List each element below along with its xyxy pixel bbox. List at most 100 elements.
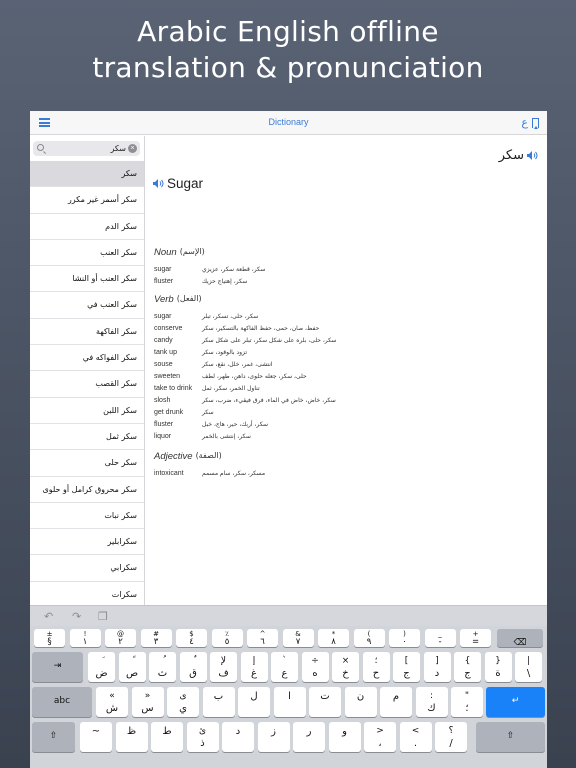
shift-key[interactable]: ⇧ xyxy=(32,722,75,752)
paste-icon[interactable]: ❐ xyxy=(98,610,108,623)
caps-key[interactable]: abc xyxy=(32,687,92,717)
key-letter[interactable]: ىي xyxy=(167,687,199,717)
key-letter[interactable]: ل xyxy=(238,687,270,717)
list-item[interactable]: سكر اللبن xyxy=(30,398,144,424)
key-letter[interactable]: ظ xyxy=(115,722,148,752)
key-letter[interactable]: ؟ / xyxy=(435,722,467,752)
key-number[interactable]: & ٧ xyxy=(282,629,314,647)
key-letter[interactable]: × خ xyxy=(332,652,359,682)
key-number[interactable]: ± § xyxy=(34,629,65,647)
key-number[interactable]: ^ ٦ xyxy=(247,629,278,647)
translation-row[interactable]: get drunk سكر xyxy=(154,407,336,419)
key-letter[interactable]: ئذ xyxy=(186,722,219,752)
key-letter[interactable]: :ك xyxy=(415,687,448,717)
list-item[interactable]: سكر أسمر غير مكرر xyxy=(30,187,144,214)
key-letter[interactable]: ﻹف xyxy=(210,652,237,682)
key-letter[interactable]: ` ع xyxy=(271,652,298,682)
key-letter[interactable]: ا xyxy=(273,687,306,717)
key-letter[interactable]: ُث xyxy=(149,652,176,682)
key-letter[interactable]: ÷ ه xyxy=(301,652,329,682)
word-list: سكر سكر أسمر غير مكرر سكر الدم سكر العنب سكر… xyxy=(30,161,144,605)
key-letter[interactable]: ًص xyxy=(118,652,146,682)
search-input[interactable] xyxy=(47,142,126,155)
key-letter[interactable]: َض xyxy=(88,652,115,682)
pos-label-arabic: (الصفة) xyxy=(195,451,222,460)
key-letter[interactable]: و xyxy=(328,722,361,752)
key-number[interactable]: * ٨ xyxy=(318,629,349,647)
bookmark-icon[interactable] xyxy=(532,117,539,129)
translation-english: souse xyxy=(154,360,173,368)
list-item[interactable]: سكرابي xyxy=(30,555,144,582)
key-letter[interactable]: » س xyxy=(131,687,164,717)
list-item[interactable]: سكر الدم xyxy=(30,214,144,240)
translation-row[interactable]: fluster سكر، أربك، حير، هاج، خبل xyxy=(154,419,336,431)
key-number[interactable]: #٣ xyxy=(140,629,172,647)
undo-icon[interactable]: ↶ xyxy=(44,610,53,623)
key-number[interactable]: ) ٠ xyxy=(389,629,420,647)
key-number[interactable]: @٢ xyxy=(105,629,136,647)
speaker-icon[interactable] xyxy=(527,151,538,160)
return-key[interactable]: ↵ xyxy=(486,687,545,717)
key-letter[interactable]: {ج xyxy=(454,652,481,682)
list-item[interactable]: سكرابلير xyxy=(30,529,144,556)
shift-key-right[interactable]: ⇧ xyxy=(476,722,545,752)
list-item[interactable]: سكر ثمل xyxy=(30,424,144,451)
translation-row[interactable]: slosh سكر، خاض، خاض في الماء، فرق فيقيء، … xyxy=(154,395,336,407)
language-switch-icon[interactable]: ع xyxy=(521,116,528,129)
list-item[interactable]: سكر الفواكه في xyxy=(30,345,144,372)
list-item[interactable]: سكر العنب في xyxy=(30,292,144,319)
key-letter[interactable]: م xyxy=(380,687,412,717)
key-letter[interactable]: ز xyxy=(257,722,290,752)
list-item[interactable]: سكرات xyxy=(30,582,144,605)
key-letter[interactable]: " ؛ xyxy=(451,687,483,717)
list-item[interactable]: سكر العنب xyxy=(30,240,144,267)
key-letter[interactable]: ~ xyxy=(80,722,112,752)
key-number[interactable]: _ - xyxy=(424,629,456,647)
key-number[interactable]: ! ١ xyxy=(69,629,101,647)
key-letter[interactable]: إغ xyxy=(240,652,268,682)
key-letter[interactable]: ٌق xyxy=(179,652,207,682)
translation-row[interactable]: intoxicant مسكر، سكر، سام مسمم xyxy=(154,467,265,479)
translation-row[interactable]: candy سكر، حلى، بلره على شكل سكر، تبلر عل… xyxy=(154,334,336,346)
key-letter[interactable]: > ، xyxy=(364,722,396,752)
translation-row[interactable]: conserve حفظ، صان، حمى، حفظ الفاكهة بالتس… xyxy=(154,322,336,334)
key-number[interactable]: + = xyxy=(460,629,491,647)
key-letter[interactable]: ت xyxy=(309,687,341,717)
translation-row[interactable]: sweeten حلى، سكر، جعله حلوى، داهن، طهر، ل… xyxy=(154,370,336,382)
list-item[interactable]: سكر حلى xyxy=(30,450,144,477)
key-letter[interactable]: ن xyxy=(344,687,377,717)
translation-row[interactable]: sugar سكر، حلى، تسكر، تبلر xyxy=(154,310,336,322)
list-item[interactable]: سكر العنب أو النشا xyxy=(30,266,144,293)
key-letter[interactable]: ؛ ح xyxy=(362,652,390,682)
key-letter[interactable]: <. xyxy=(399,722,432,752)
key-letter[interactable]: } ة xyxy=(484,652,512,682)
key-letter[interactable]: «ش xyxy=(96,687,128,717)
key-letter[interactable]: ] د xyxy=(423,652,451,682)
list-item[interactable]: سكر xyxy=(30,161,144,188)
key-number[interactable]: (٩ xyxy=(353,629,385,647)
key-letter[interactable]: ر xyxy=(293,722,325,752)
tab-key[interactable]: ⇥ xyxy=(32,652,83,682)
key-letter[interactable]: د xyxy=(222,722,254,752)
translation-row[interactable]: liquor سكر، إنتشى بالخمر xyxy=(154,431,336,443)
list-item[interactable]: سكر القصب xyxy=(30,371,144,398)
translation-row[interactable]: souse انتشى، غمر، خلل، نقع، سكر xyxy=(154,358,336,370)
list-item[interactable]: سكر نبات xyxy=(30,503,144,530)
delete-key[interactable]: ⌫ xyxy=(497,629,543,647)
translation-row[interactable]: sugar سكر، قطعة سكر، عزيزي xyxy=(154,263,265,275)
translation-english: liquor xyxy=(154,433,172,441)
list-item[interactable]: سكر الفاكهة xyxy=(30,319,144,346)
translation-row[interactable]: fluster سكر، إهتياج حزيك xyxy=(154,275,265,287)
key-letter[interactable]: ط xyxy=(151,722,183,752)
key-number[interactable]: $٤ xyxy=(176,629,207,647)
key-letter[interactable]: ب xyxy=(202,687,235,717)
key-letter[interactable]: [ج xyxy=(393,652,420,682)
clear-icon[interactable]: × xyxy=(128,144,137,153)
translation-row[interactable]: take to drink تناول الخمر، سكر، ثمل xyxy=(154,383,336,395)
key-letter[interactable]: | \ xyxy=(515,652,542,682)
speaker-icon[interactable] xyxy=(153,179,164,188)
list-item[interactable]: سكر محروق كرامل أو حلوى xyxy=(30,477,144,503)
key-number[interactable]: ٪ ٥ xyxy=(211,629,243,647)
translation-row[interactable]: tank up تزود بالوقود، سكر xyxy=(154,346,336,358)
redo-icon[interactable]: ↷ xyxy=(72,610,81,623)
